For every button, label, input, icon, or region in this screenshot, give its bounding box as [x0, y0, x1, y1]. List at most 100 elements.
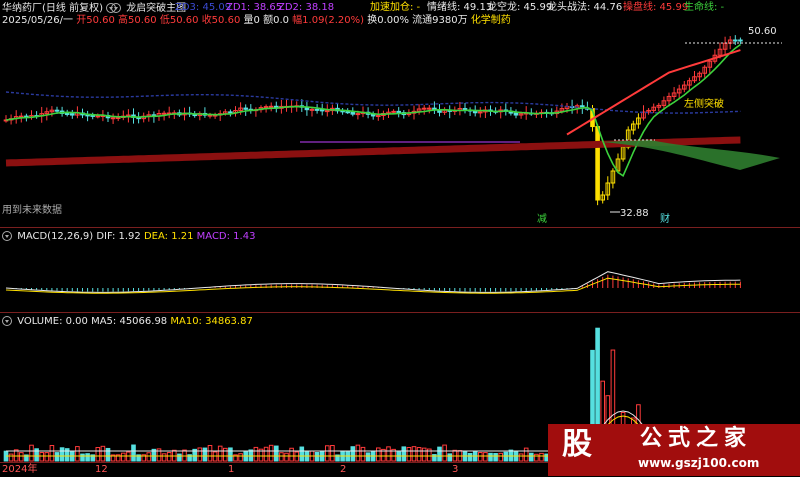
volume-bar — [330, 445, 335, 462]
volume-bar — [411, 446, 417, 462]
candle-body — [115, 116, 121, 119]
candle-body — [396, 110, 401, 114]
candle-body — [54, 109, 60, 112]
candle-body — [421, 107, 427, 110]
dropdown-icon[interactable] — [2, 316, 12, 326]
axis-label-2: 2 — [340, 464, 347, 475]
volume-bar — [406, 446, 412, 462]
jiasu-value: 加速加仓: - — [370, 2, 421, 13]
volume-bar — [325, 445, 330, 462]
volume-bar — [376, 447, 381, 462]
volume-bar — [360, 446, 366, 462]
candle-body — [110, 117, 116, 120]
axis-label-2024: 2024年 — [2, 464, 38, 475]
volume-bar — [442, 444, 447, 462]
main-chart-canvas[interactable] — [0, 0, 800, 227]
volume-bar — [421, 447, 427, 462]
volume-bar — [161, 453, 167, 462]
candle-body — [427, 107, 432, 110]
volume-bar — [197, 447, 203, 462]
candle-body — [478, 111, 483, 114]
volume-bar — [365, 452, 371, 462]
macd-title: MACD(12,26,9) — [17, 231, 94, 242]
volume-bar — [401, 446, 407, 462]
candle-body — [263, 106, 269, 109]
dropdown-icon[interactable] — [2, 231, 12, 241]
volume-bar — [284, 452, 289, 462]
volume-bar — [8, 453, 14, 462]
volume-bar — [49, 445, 55, 462]
high-price-label: 50.60 — [748, 26, 777, 37]
volume-bar — [100, 445, 106, 462]
main-chart-pane[interactable]: 华纳药厂(日线 前复权) 龙启突破主图 ZD3: 45.09 ZD1: 38.6… — [0, 0, 800, 227]
stock-title: 华纳药厂(日线 前复权) — [2, 3, 103, 14]
volume-bar — [126, 451, 131, 462]
ma10-value: MA10: 34863.87 — [170, 316, 253, 327]
shengming-value: 生命线: - — [684, 2, 725, 13]
future-data-note: 用到未来数据 — [2, 205, 62, 216]
volume-bar — [263, 446, 269, 462]
macd-pane[interactable]: MACD(12,26,9) DIF: 1.92 DEA: 1.21 MACD: … — [0, 227, 800, 313]
volume-bar — [202, 447, 208, 462]
close-label: 收50.60 — [201, 15, 241, 26]
candle-body — [309, 108, 315, 111]
macd-header[interactable]: MACD(12,26,9) DIF: 1.92 DEA: 1.21 MACD: … — [2, 231, 255, 242]
watermark-brand: 公式之家 — [640, 426, 753, 451]
volume-bar — [447, 453, 452, 462]
ma5-value: MA5: 45066.98 — [91, 316, 168, 327]
volume-bar — [238, 453, 243, 462]
candle-body — [738, 39, 743, 42]
volume-bar — [518, 453, 524, 462]
vol-label: 量0 — [243, 15, 260, 26]
watermark-banner: 股 公式之家 www.gszj100.com — [548, 424, 800, 476]
volume-bar — [248, 449, 254, 462]
stock-title-row[interactable]: 华纳药厂(日线 前复权) — [2, 3, 118, 14]
volume-bar — [467, 453, 473, 462]
candle-body — [161, 112, 167, 115]
turnover-label: 换0.00% — [367, 15, 409, 26]
volume-bar — [299, 446, 305, 462]
longkong-value: 龙空龙: 45.99 — [487, 2, 553, 13]
candle-body — [319, 109, 325, 112]
volume-bar — [416, 447, 422, 462]
volume-bar — [355, 444, 361, 462]
zd3-value: ZD3: 45.09 — [175, 2, 232, 13]
sector-label: 化学制药 — [470, 15, 511, 26]
candle-body — [228, 111, 233, 114]
volume-bar — [268, 444, 274, 462]
volume-header[interactable]: VOLUME: 0.00 MA5: 45066.98 MA10: 34863.8… — [2, 316, 253, 327]
candle-body — [325, 110, 330, 113]
volume-bar — [279, 452, 284, 462]
dea-line — [5, 277, 741, 294]
reduce-signal: 减 — [537, 214, 547, 225]
float-label: 流通9380万 — [412, 15, 468, 26]
breakout-signal: 左侧突破 — [684, 99, 724, 110]
open-label: 开50.60 — [76, 15, 115, 26]
volume-bar — [314, 452, 320, 462]
date-label: 2025/05/26/一 — [2, 15, 74, 26]
volume-bar — [386, 446, 391, 462]
volume-bar — [539, 452, 544, 462]
dropdown-icon[interactable] — [111, 3, 121, 13]
candle-body — [243, 107, 248, 110]
ohlc-row: 2025/05/26/一 开50.60 高50.60 低50.60 收50.60… — [2, 16, 511, 26]
volume-bar — [498, 452, 503, 462]
volume-bar — [75, 446, 80, 462]
volume-bar — [80, 453, 85, 462]
candle-body — [268, 105, 274, 108]
dea-value: DEA: 1.21 — [143, 231, 194, 242]
volume-bar — [488, 452, 493, 462]
volume-bar — [19, 452, 24, 462]
volume-bar — [289, 447, 294, 462]
candle-body — [733, 39, 738, 42]
high-label: 高50.60 — [118, 15, 157, 26]
volume-bar — [59, 447, 65, 462]
zd1-value: ZD1: 38.65 — [226, 2, 283, 13]
watermark-char: 股 — [562, 427, 592, 462]
volume-bar — [207, 445, 213, 462]
candle-body — [595, 126, 600, 201]
amount-label: 额0.0 — [263, 15, 289, 26]
candle-body — [513, 112, 519, 116]
low-price-label: 32.88 — [620, 208, 649, 219]
volume-bar — [294, 451, 299, 462]
